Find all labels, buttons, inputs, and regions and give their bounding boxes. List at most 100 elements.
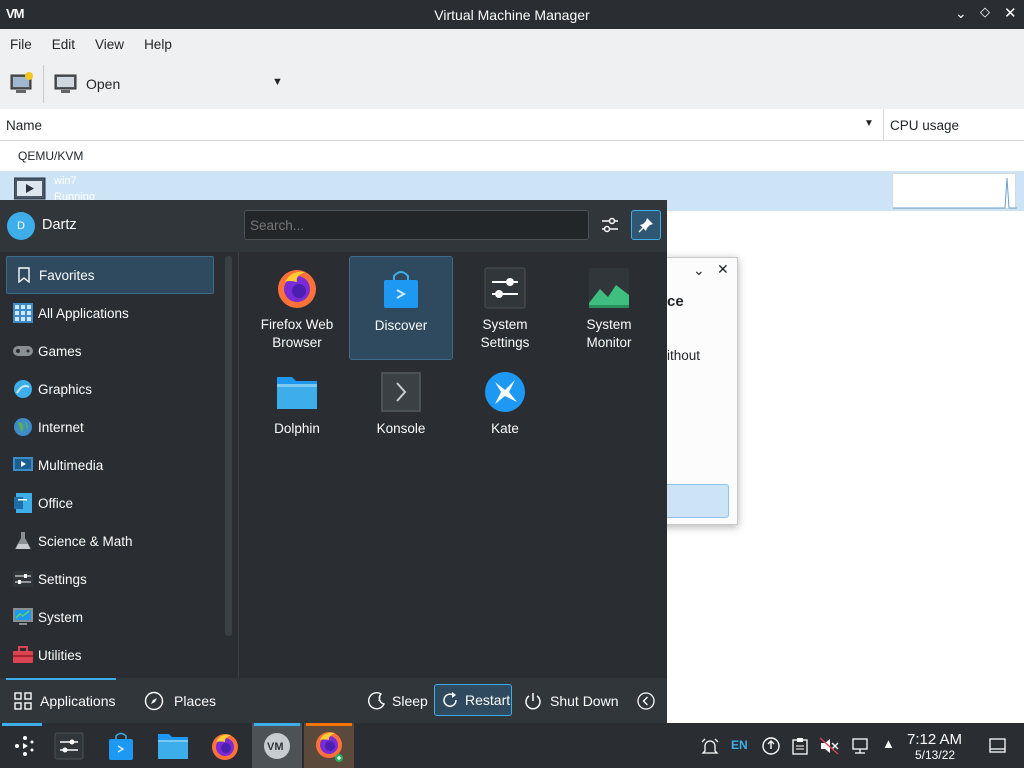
discover-icon — [109, 732, 133, 760]
application-launcher: D Dartz Favorites All Applications Games… — [0, 200, 667, 723]
close-icon[interactable]: ✕ — [1004, 4, 1017, 22]
connection-label: QEMU/KVM — [18, 149, 84, 163]
menubar: File Edit View Help — [0, 29, 1024, 59]
monitor-icon — [54, 74, 77, 93]
menu-help[interactable]: Help — [144, 37, 172, 52]
clipboard-icon[interactable] — [791, 737, 809, 755]
configure-button[interactable] — [596, 210, 624, 240]
app-label-line1: Dolphin — [274, 421, 320, 436]
update-icon[interactable] — [761, 736, 781, 756]
system-settings-icon — [483, 266, 527, 310]
cpu-column-header[interactable]: CPU usage — [890, 118, 959, 133]
name-column-header[interactable]: Name — [6, 118, 42, 133]
taskbar-system-settings[interactable] — [44, 723, 94, 768]
connection-row[interactable]: QEMU/KVM — [0, 141, 1024, 171]
pin-icon — [638, 218, 653, 233]
app-kate[interactable]: Kate — [453, 360, 557, 464]
taskbar-firefox-launching[interactable] — [304, 723, 354, 768]
dialog-collapse-icon[interactable]: ⌄ — [693, 262, 705, 279]
pin-button[interactable] — [631, 210, 661, 240]
restart-label: Restart — [465, 692, 511, 708]
taskbar-firefox[interactable] — [200, 723, 250, 768]
open-dropdown-icon[interactable]: ▼ — [272, 76, 283, 88]
notifications-icon[interactable] — [700, 737, 720, 757]
app-firefox[interactable]: Firefox Web Browser — [245, 256, 349, 360]
places-tab[interactable]: Places — [138, 678, 216, 723]
vm-name: win7 — [54, 175, 77, 187]
category-settings[interactable]: Settings — [6, 560, 214, 598]
cpu-usage-graph — [892, 173, 1017, 209]
compass-icon — [144, 691, 164, 710]
shutdown-button[interactable]: Shut Down — [520, 684, 622, 717]
sort-dropdown-icon[interactable]: ▼ — [864, 118, 874, 129]
category-favorites[interactable]: Favorites — [6, 256, 214, 294]
applications-tab-label: Applications — [40, 692, 116, 709]
applications-tab[interactable]: Applications — [0, 678, 116, 723]
clock-date[interactable]: 5/13/22 — [915, 748, 955, 762]
category-label: Graphics — [38, 381, 93, 397]
dialog-heading: ce — [667, 293, 684, 310]
sleep-label: Sleep — [392, 692, 428, 709]
taskbar-discover[interactable] — [96, 723, 146, 768]
steamdeck-launcher-icon — [15, 735, 34, 756]
clock-time[interactable]: 7:12 AM — [907, 731, 962, 748]
volume-muted-icon[interactable] — [819, 737, 839, 755]
system-icon — [12, 606, 34, 628]
discover-icon — [379, 267, 423, 311]
category-system[interactable]: System — [6, 598, 214, 636]
svg-text:z: z — [378, 697, 381, 703]
menu-view[interactable]: View — [95, 37, 124, 52]
office-icon — [12, 492, 34, 514]
app-konsole[interactable]: Konsole — [349, 360, 453, 464]
konsole-icon — [379, 370, 423, 414]
category-games[interactable]: Games — [6, 332, 214, 370]
menu-file[interactable]: File — [10, 37, 32, 52]
virt-manager-icon: VM — [264, 732, 290, 759]
sleep-icon: z — [368, 691, 385, 709]
category-label: Utilities — [38, 647, 82, 663]
flask-icon — [12, 530, 34, 552]
toolbox-icon — [12, 644, 34, 666]
taskbar-dolphin[interactable] — [148, 723, 198, 768]
gamepad-icon — [12, 340, 34, 362]
category-office[interactable]: Office — [6, 484, 214, 522]
restart-button[interactable]: Restart — [434, 684, 512, 716]
category-graphics[interactable]: Graphics — [6, 370, 214, 408]
category-label: Games — [38, 343, 82, 359]
maximize-icon[interactable]: ◇ — [980, 4, 990, 20]
app-system-monitor[interactable]: System Monitor — [557, 256, 661, 360]
category-multimedia[interactable]: Multimedia — [6, 446, 214, 484]
app-system-settings[interactable]: System Settings — [453, 256, 557, 360]
app-label-line1: Firefox Web — [260, 317, 334, 332]
menu-edit[interactable]: Edit — [52, 37, 75, 52]
category-all-applications[interactable]: All Applications — [6, 294, 214, 332]
category-scrollbar[interactable] — [225, 256, 232, 636]
app-label-line1: System — [482, 317, 528, 332]
show-desktop-icon[interactable] — [989, 738, 1006, 753]
new-vm-icon — [10, 72, 33, 93]
app-dolphin[interactable]: Dolphin — [245, 360, 349, 464]
sleep-button[interactable]: z Sleep — [362, 684, 434, 717]
app-discover[interactable]: Discover — [349, 256, 453, 360]
avatar[interactable]: D — [7, 212, 35, 240]
taskbar-virt-manager[interactable]: VM — [252, 723, 302, 768]
dialog-button[interactable] — [657, 484, 729, 518]
category-utilities[interactable]: Utilities — [6, 636, 214, 674]
category-science-math[interactable]: Science & Math — [6, 522, 214, 560]
category-label: Favorites — [39, 267, 95, 283]
launcher-button[interactable] — [0, 723, 50, 768]
dialog-close-icon[interactable]: ✕ — [717, 261, 729, 278]
minimize-icon[interactable]: ⌄ — [955, 5, 967, 22]
avatar-initial: D — [17, 220, 25, 232]
firefox-icon — [275, 266, 319, 310]
search-input[interactable] — [244, 210, 589, 240]
new-vm-button[interactable] — [10, 72, 34, 94]
keyboard-layout[interactable]: EN — [731, 738, 748, 752]
more-button[interactable] — [636, 691, 656, 711]
system-monitor-icon — [587, 266, 631, 310]
network-icon[interactable] — [850, 737, 870, 755]
dialog-text: ithout — [667, 348, 701, 363]
tray-expand-icon[interactable]: ▲ — [882, 736, 895, 751]
open-button[interactable]: Open — [54, 73, 120, 95]
category-internet[interactable]: Internet — [6, 408, 214, 446]
